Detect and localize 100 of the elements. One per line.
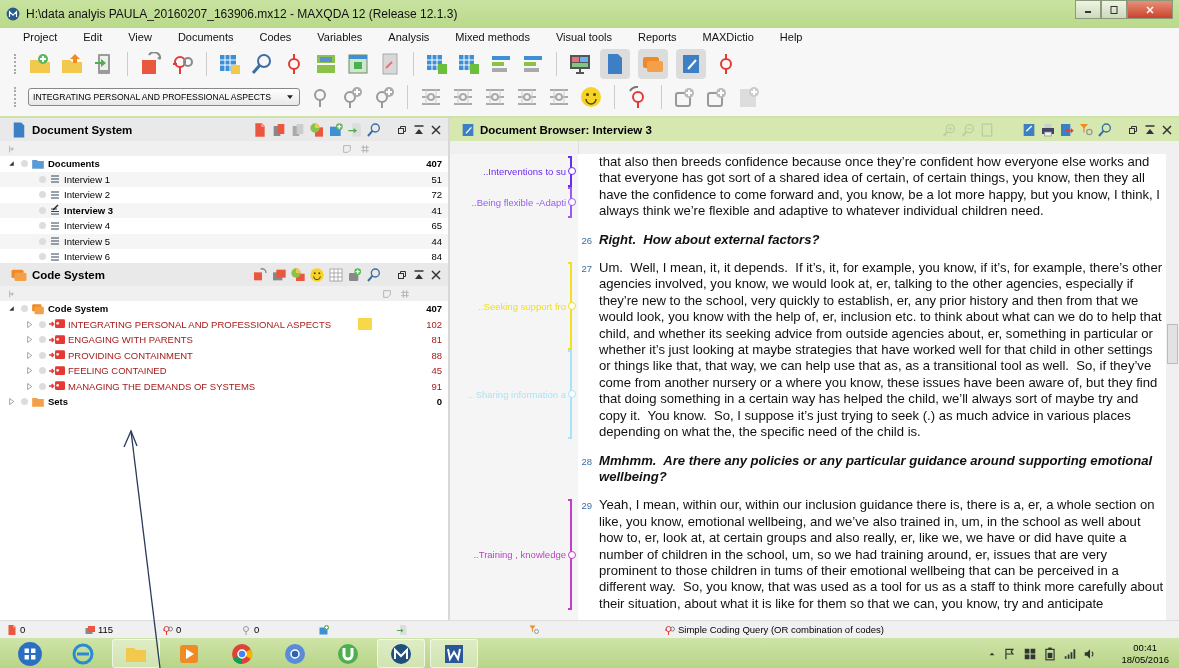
code-tag-icon[interactable] xyxy=(252,266,268,283)
frame-plus-icon[interactable] xyxy=(705,85,729,109)
menu-item[interactable]: View xyxy=(115,31,165,43)
frame-plus-icon[interactable] xyxy=(673,85,697,109)
open-project-icon[interactable] xyxy=(60,52,84,76)
maximize-icon[interactable] xyxy=(1144,123,1156,136)
file-icon[interactable] xyxy=(252,121,268,138)
signal-icon[interactable] xyxy=(1063,646,1078,661)
search-icon[interactable] xyxy=(366,266,382,283)
code-label[interactable]: ..Being flexible -Adapti xyxy=(471,196,566,208)
tree-item-label[interactable]: FEELING CONTAINED xyxy=(68,365,358,377)
table-icon[interactable] xyxy=(425,52,449,76)
search-icon[interactable] xyxy=(1097,121,1113,138)
search-icon[interactable] xyxy=(250,52,274,76)
tree-item-label[interactable]: Interview 6 xyxy=(64,251,358,263)
menu-item[interactable]: Project xyxy=(10,31,71,43)
edit-icon[interactable] xyxy=(1021,121,1037,138)
menu-item[interactable]: Mixed methods xyxy=(442,31,543,43)
tree-item-label[interactable]: MANAGING THE DEMANDS OF SYSTEMS xyxy=(68,380,358,392)
menu-item[interactable]: Help xyxy=(766,31,816,43)
menu-item[interactable]: Documents xyxy=(164,31,247,43)
filter-icon[interactable] xyxy=(528,623,540,636)
monitor-icon[interactable] xyxy=(568,52,592,76)
restore-icon[interactable] xyxy=(1108,3,1120,16)
answer-text: that also then breeds confidence because once they’re confident how everyone else works and that everyone has got sort of a shared idea of certain, of certain things, you know, then they all have the confidence to come forward and, you know, be a lot more happy, but you know, I think, I always think we’re flexible and adaptive to whatever individual children need. xyxy=(598,154,1161,220)
battery-icon[interactable] xyxy=(1043,646,1058,661)
menu-item[interactable]: MAXDictio xyxy=(689,31,767,43)
scrollbar-thumb[interactable] xyxy=(1167,324,1178,364)
printer-icon[interactable] xyxy=(1040,121,1056,138)
query-mode: Simple Coding Query (OR combination of codes) xyxy=(678,624,884,635)
menu-item[interactable]: Edit xyxy=(70,31,116,43)
export-icon[interactable] xyxy=(1059,121,1075,138)
app-logo-icon[interactable] xyxy=(389,641,413,666)
menu-item[interactable]: Analysis xyxy=(375,31,443,43)
windows-logo-icon[interactable] xyxy=(17,640,43,667)
document-icon xyxy=(49,219,61,232)
code-label[interactable]: ..Training , knowledge xyxy=(473,549,566,561)
table-icon[interactable] xyxy=(218,52,242,76)
menu-item[interactable]: Variables xyxy=(304,31,376,43)
clock-time[interactable]: 00:41 xyxy=(1133,641,1158,654)
torrent-icon[interactable] xyxy=(336,641,360,666)
clock-date[interactable]: 18/05/2016 xyxy=(1121,653,1169,666)
browser-e-icon[interactable] xyxy=(71,641,95,666)
tree-item-label[interactable]: Interview 3 xyxy=(64,204,358,216)
tree-item-label[interactable]: Interview 2 xyxy=(64,189,358,201)
bullet-icon xyxy=(39,253,46,261)
menu-item[interactable]: Visual tools xyxy=(542,31,625,43)
undo-icon[interactable] xyxy=(139,52,163,76)
tree-item-label[interactable]: Interview 1 xyxy=(64,173,358,185)
document-count-icon xyxy=(6,623,18,636)
close-icon[interactable] xyxy=(430,123,442,136)
close-icon[interactable] xyxy=(1144,3,1156,16)
tree-item-label[interactable]: Sets xyxy=(48,396,358,408)
import-icon[interactable] xyxy=(347,121,363,138)
menu-item[interactable]: Codes xyxy=(246,31,305,43)
count: 407 xyxy=(425,303,442,315)
codes-icon xyxy=(31,301,45,316)
code-plus-icon[interactable] xyxy=(347,266,363,283)
close-icon[interactable] xyxy=(1161,123,1173,136)
maximize-icon[interactable] xyxy=(413,268,425,281)
copy-icon[interactable] xyxy=(290,121,306,138)
maximize-icon[interactable] xyxy=(413,123,425,136)
tree-item-label[interactable]: INTEGRATING PERSONAL AND PROFESSIONAL ASPECTS xyxy=(68,318,358,330)
close-icon[interactable] xyxy=(430,268,442,281)
tree-item-label[interactable]: Code System xyxy=(48,303,358,315)
restore-icon[interactable] xyxy=(396,123,408,136)
minimize-button[interactable] xyxy=(1075,0,1101,19)
grid-icon[interactable] xyxy=(328,266,344,283)
paragraph-number: 26 xyxy=(581,234,592,246)
tree-item-label[interactable]: Documents xyxy=(48,158,358,170)
menu-item[interactable]: Reports xyxy=(625,31,690,43)
memo-column-icon xyxy=(382,288,392,299)
filter-icon[interactable] xyxy=(1078,121,1094,138)
search-icon[interactable] xyxy=(366,121,382,138)
smiley-icon[interactable] xyxy=(579,85,603,109)
status-count: 0 xyxy=(254,624,260,635)
chrome-icon[interactable] xyxy=(230,641,254,666)
tree-item-label[interactable]: PROVIDING CONTAINMENT xyxy=(68,349,358,361)
restore-icon[interactable] xyxy=(396,268,408,281)
table-icon[interactable] xyxy=(457,52,481,76)
window-icon[interactable] xyxy=(346,52,370,76)
chrome-icon[interactable] xyxy=(283,641,307,666)
tree-item-label[interactable]: ENGAGING WITH PARENTS xyxy=(68,334,358,346)
document-plus-icon[interactable] xyxy=(328,121,344,138)
code-label[interactable]: ..Interventions to su xyxy=(483,165,566,177)
restore-icon[interactable] xyxy=(1127,123,1139,136)
smiley-icon[interactable] xyxy=(309,266,325,283)
pie-chart-icon[interactable] xyxy=(290,266,306,283)
code-dropdown[interactable]: INTEGRATING PERSONAL AND PROFESSIONAL ASPECTS xyxy=(28,88,300,106)
grid-icon[interactable] xyxy=(314,52,338,76)
paragraph-number: 29 xyxy=(581,500,592,512)
restore-button[interactable] xyxy=(1101,0,1127,19)
pie-chart-icon[interactable] xyxy=(309,121,325,138)
copy-icon[interactable] xyxy=(271,121,287,138)
answer-text: Um. Well, I mean, it, it depends. If it’s, it, for example, you know, if it’s, for example, there’s other agencies involved, you know, we would look at, er, talking to the other agencies, especially if they’re new to the school, very quickly to establish, er, any prior history and then from that we would look, you know with the help of, er, inclusion etc. to think about what can we do to help that child, and whether its seeking advice from outside agencies about, er, something in particular or whether it’s just looking at maybe strategies that have worked well for that child in other settings or things like that, that way, we can help use that as, as a transitional tool as well. So, if they’ve come from another nursery or a where you know, these issues have been aware of, but they find that doing something in a certain way has helped the child, we’ll always sort of maybe try and copy it. You know. So, I suppose it’s just trying to seek (.) as much advice in various places depending on what the, the specific need of the child is. xyxy=(598,260,1164,441)
tree-item-label[interactable]: Interview 5 xyxy=(64,235,358,247)
windows-icon[interactable] xyxy=(1023,646,1038,661)
document-icon xyxy=(49,235,61,248)
tree-item-label[interactable]: Interview 4 xyxy=(64,220,358,232)
new-project-icon[interactable] xyxy=(28,52,52,76)
